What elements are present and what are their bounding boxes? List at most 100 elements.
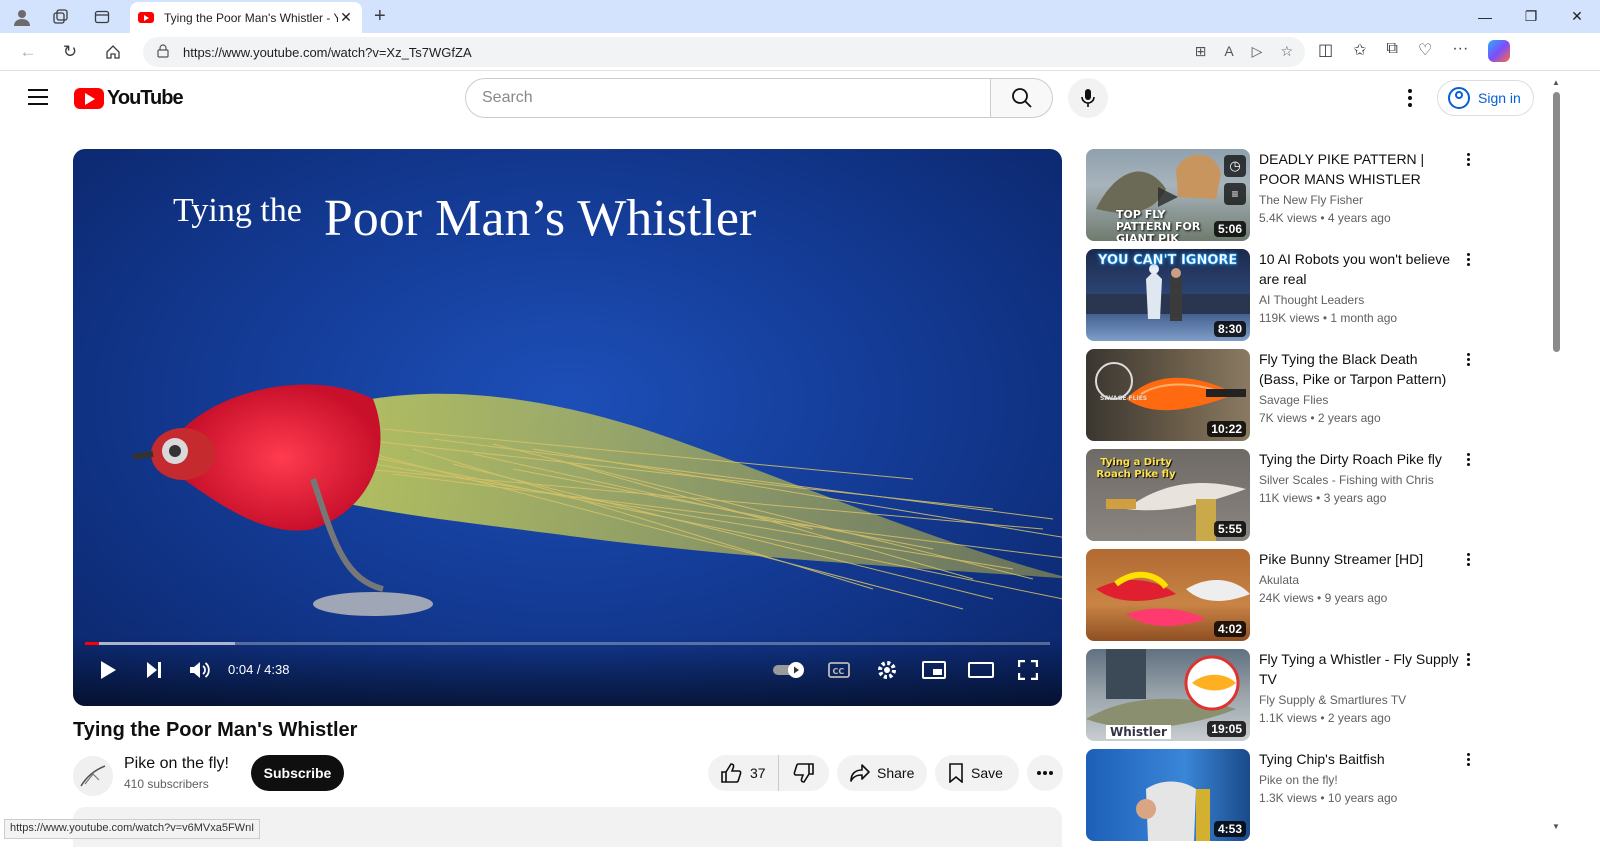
recommendation-title[interactable]: Tying Chip's Baitfish (1259, 749, 1459, 769)
recommendation-channel[interactable]: AI Thought Leaders (1259, 293, 1364, 307)
recommendation-title[interactable]: Pike Bunny Streamer [HD] (1259, 549, 1459, 569)
watch-later-icon[interactable]: ◷ (1224, 155, 1246, 177)
collections-icon[interactable]: ⧉ (1387, 40, 1398, 62)
thumbs-down-icon (793, 763, 814, 783)
favorites-icon[interactable]: ✩ (1353, 40, 1366, 62)
video-thumbnail[interactable]: Whistler 19:05 (1086, 649, 1250, 741)
site-info-icon[interactable] (157, 43, 169, 61)
settings-menu-icon[interactable] (1398, 86, 1422, 110)
theater-mode-button[interactable] (967, 656, 995, 684)
home-icon[interactable] (101, 40, 125, 64)
minimize-icon[interactable]: — (1462, 0, 1508, 33)
save-button[interactable]: Save (935, 755, 1019, 791)
item-menu-icon[interactable] (1458, 653, 1478, 673)
page-scrollbar-thumb[interactable] (1553, 92, 1560, 352)
fullscreen-button[interactable] (1014, 656, 1042, 684)
workspaces-icon[interactable] (44, 0, 76, 33)
recommendation-title[interactable]: DEADLY PIKE PATTERN | POOR MANS WHISTLER (1259, 149, 1459, 189)
copilot-icon[interactable] (1488, 40, 1511, 62)
mute-button[interactable] (187, 656, 213, 684)
add-to-queue-icon[interactable]: ≡ (1224, 183, 1246, 205)
settings-button[interactable] (873, 656, 901, 684)
video-player[interactable]: Tying the Poor Man’s Whistler 0:04 / 4:3… (73, 149, 1062, 706)
channel-avatar[interactable] (73, 756, 113, 796)
restore-icon[interactable]: ❐ (1508, 0, 1554, 33)
search-icon (1011, 88, 1032, 108)
search-input[interactable] (465, 78, 991, 118)
recommendation-title[interactable]: Fly Tying the Black Death (Bass, Pike or… (1259, 349, 1459, 389)
recommendation-channel[interactable]: Savage Flies (1259, 393, 1328, 407)
recommendation-item[interactable]: Whistler 19:05 Fly Tying a Whistler - Fl… (1086, 649, 1486, 749)
back-icon[interactable]: ← (16, 40, 40, 64)
favorite-star-icon[interactable]: ☆ (1280, 43, 1293, 60)
search-button[interactable] (991, 78, 1053, 118)
recommendation-channel[interactable]: The New Fly Fisher (1259, 193, 1363, 207)
browser-address-bar: ← ↻ https://www.youtube.com/watch?v=Xz_T… (0, 33, 1600, 71)
item-menu-icon[interactable] (1458, 453, 1478, 473)
item-menu-icon[interactable] (1458, 353, 1478, 373)
video-thumbnail[interactable]: SAVAGE FLIES 10:22 (1086, 349, 1250, 441)
reload-icon[interactable]: ↻ (58, 40, 82, 64)
app-available-icon[interactable]: ⊞ (1195, 43, 1207, 60)
account-icon (1448, 87, 1470, 109)
tab-actions-icon[interactable] (86, 0, 118, 33)
recommendation-item[interactable]: SAVAGE FLIES 10:22 Fly Tying the Black D… (1086, 349, 1486, 449)
share-button[interactable]: Share (837, 755, 927, 791)
split-screen-icon[interactable]: ◫ (1318, 40, 1333, 62)
recommendation-channel[interactable]: Silver Scales - Fishing with Chris (1259, 473, 1434, 487)
profile-icon[interactable] (6, 0, 38, 33)
next-button[interactable] (141, 656, 167, 684)
channel-name[interactable]: Pike on the fly! (124, 755, 229, 773)
like-button[interactable]: 37 (708, 755, 779, 791)
save-label: Save (971, 765, 1003, 781)
voice-search-button[interactable] (1068, 78, 1108, 118)
close-window-icon[interactable]: ✕ (1554, 0, 1600, 33)
upload-age: 9 years ago (1324, 591, 1388, 605)
subscribe-button[interactable]: Subscribe (251, 755, 344, 791)
video-thumbnail[interactable]: TOP FLY PATTERN FOR GIANT PIK ◷ ≡ 5:06 (1086, 149, 1250, 241)
upload-age: 10 years ago (1327, 791, 1398, 805)
video-icon[interactable]: ▷ (1252, 43, 1263, 60)
more-actions-button[interactable] (1027, 755, 1063, 791)
new-tab-icon[interactable]: + (374, 6, 386, 26)
item-menu-icon[interactable] (1458, 753, 1478, 773)
captions-button[interactable]: CC (825, 656, 853, 684)
settings-more-icon[interactable]: ··· (1452, 40, 1468, 62)
guide-menu-icon[interactable] (28, 89, 48, 105)
svg-text:CC: CC (833, 667, 845, 676)
recommendation-channel[interactable]: Akulata (1259, 573, 1299, 587)
recommendation-channel[interactable]: Fly Supply & Smartlures TV (1259, 693, 1406, 707)
recommendation-title[interactable]: Fly Tying a Whistler - Fly Supply TV (1259, 649, 1459, 689)
recommendation-item[interactable]: Tying a Dirty Roach Pike fly 5:55 Tying … (1086, 449, 1486, 549)
url-bar[interactable]: https://www.youtube.com/watch?v=Xz_Ts7WG… (143, 37, 1305, 67)
recommendation-item[interactable]: TOP FLY PATTERN FOR GIANT PIK ◷ ≡ 5:06 D… (1086, 149, 1486, 249)
active-tab[interactable]: Tying the Poor Man's Whistler - Yo ✕ (130, 2, 362, 33)
play-button[interactable] (95, 656, 121, 684)
youtube-logo[interactable]: YouTube (74, 87, 184, 110)
recommendation-item[interactable]: YOU CAN'T IGNORE 8:30 10 AI Robots you w… (1086, 249, 1486, 349)
dislike-button[interactable] (779, 755, 829, 791)
item-menu-icon[interactable] (1458, 153, 1478, 173)
video-thumbnail[interactable]: 4:02 (1086, 549, 1250, 641)
scroll-up-arrow[interactable]: ▲ (1552, 78, 1560, 87)
recommendation-channel[interactable]: Pike on the fly! (1259, 773, 1338, 787)
miniplayer-button[interactable] (920, 656, 948, 684)
sign-in-button[interactable]: Sign in (1437, 80, 1534, 116)
video-thumbnail[interactable]: 4:53 (1086, 749, 1250, 841)
video-thumbnail[interactable]: Tying a Dirty Roach Pike fly 5:55 (1086, 449, 1250, 541)
recommendation-item[interactable]: 4:02 Pike Bunny Streamer [HD] Akulata 24… (1086, 549, 1486, 649)
item-menu-icon[interactable] (1458, 253, 1478, 273)
progress-bar[interactable] (85, 642, 1050, 645)
recommendation-title[interactable]: 10 AI Robots you won't believe are real (1259, 249, 1459, 289)
item-menu-icon[interactable] (1458, 553, 1478, 573)
recommendation-item[interactable]: 4:53 Tying Chip's Baitfish Pike on the f… (1086, 749, 1486, 849)
recommendation-title[interactable]: Tying the Dirty Roach Pike fly (1259, 449, 1459, 469)
search-box (465, 78, 1053, 118)
read-aloud-icon[interactable]: A (1224, 43, 1233, 60)
browser-essentials-icon[interactable]: ♡ (1418, 40, 1432, 62)
close-tab-icon[interactable]: ✕ (338, 9, 354, 26)
video-thumbnail[interactable]: YOU CAN'T IGNORE 8:30 (1086, 249, 1250, 341)
video-duration: 19:05 (1207, 721, 1246, 737)
scroll-down-arrow[interactable]: ▼ (1552, 822, 1560, 831)
autoplay-toggle[interactable] (771, 656, 807, 684)
